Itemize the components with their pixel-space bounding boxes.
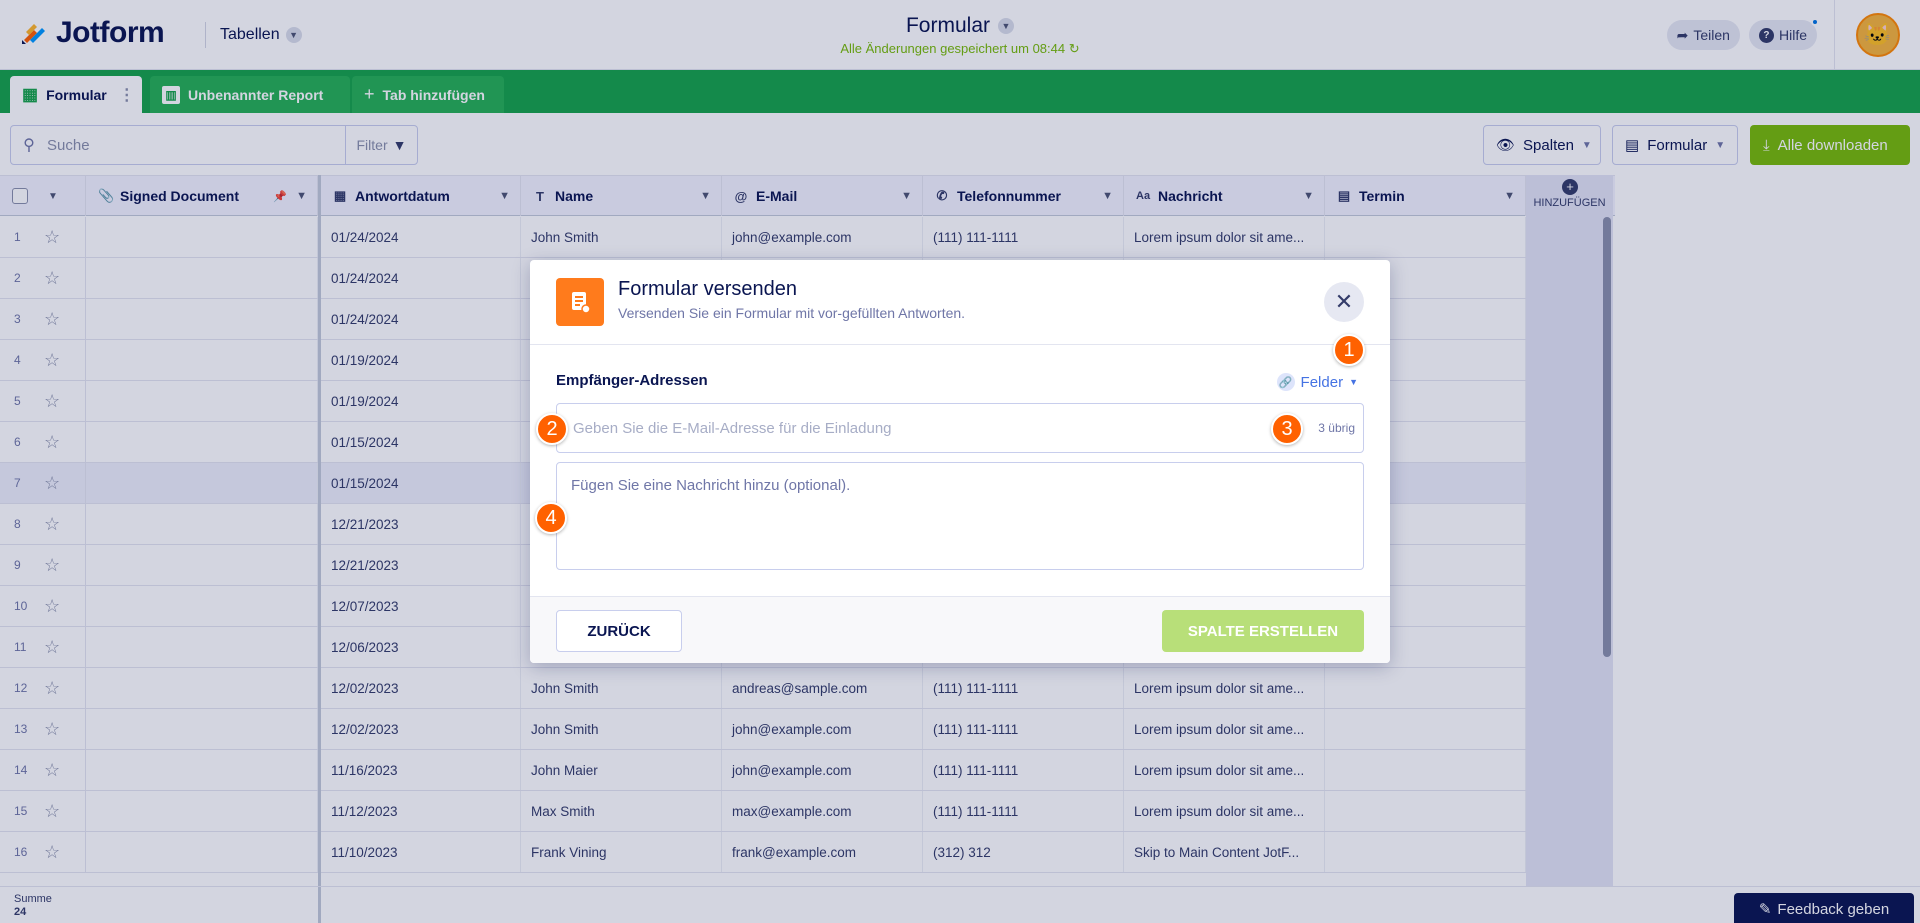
form-document-icon bbox=[556, 278, 604, 326]
fields-dropdown[interactable]: 🔗 Felder ▼ bbox=[1276, 373, 1358, 391]
remaining-count: 3 übrig bbox=[1318, 421, 1355, 435]
email-recipients-input[interactable]: Geben Sie die E-Mail-Adresse für die Ein… bbox=[556, 403, 1364, 453]
step-badge-1: 1 bbox=[1333, 334, 1365, 366]
chevron-down-icon: ▼ bbox=[1349, 377, 1358, 387]
close-button[interactable]: ✕ bbox=[1324, 282, 1364, 322]
link-icon: 🔗 bbox=[1276, 373, 1295, 391]
modal-header: Formular versenden Versenden Sie ein For… bbox=[530, 260, 1390, 345]
document-icon bbox=[572, 292, 591, 314]
create-column-button[interactable]: SPALTE ERSTELLEN bbox=[1162, 610, 1364, 652]
message-placeholder: Fügen Sie eine Nachricht hinzu (optional… bbox=[571, 477, 851, 494]
step-badge-2: 2 bbox=[536, 413, 568, 445]
recipients-label: Empfänger-Adressen bbox=[556, 372, 708, 389]
fields-label: Felder bbox=[1300, 373, 1344, 391]
modal-title: Formular versenden bbox=[618, 278, 797, 300]
close-icon: ✕ bbox=[1334, 289, 1354, 314]
send-form-modal: Formular versenden Versenden Sie ein For… bbox=[530, 260, 1390, 663]
message-textarea[interactable]: Fügen Sie eine Nachricht hinzu (optional… bbox=[556, 462, 1364, 570]
modal-subtitle: Versenden Sie ein Formular mit vor-gefül… bbox=[618, 305, 966, 321]
back-button[interactable]: ZURÜCK bbox=[556, 610, 682, 652]
modal-footer: ZURÜCK SPALTE ERSTELLEN bbox=[530, 596, 1390, 663]
email-input-placeholder: Geben Sie die E-Mail-Adresse für die Ein… bbox=[573, 419, 892, 437]
step-badge-4: 4 bbox=[535, 502, 567, 534]
step-badge-3: 3 bbox=[1271, 413, 1303, 445]
